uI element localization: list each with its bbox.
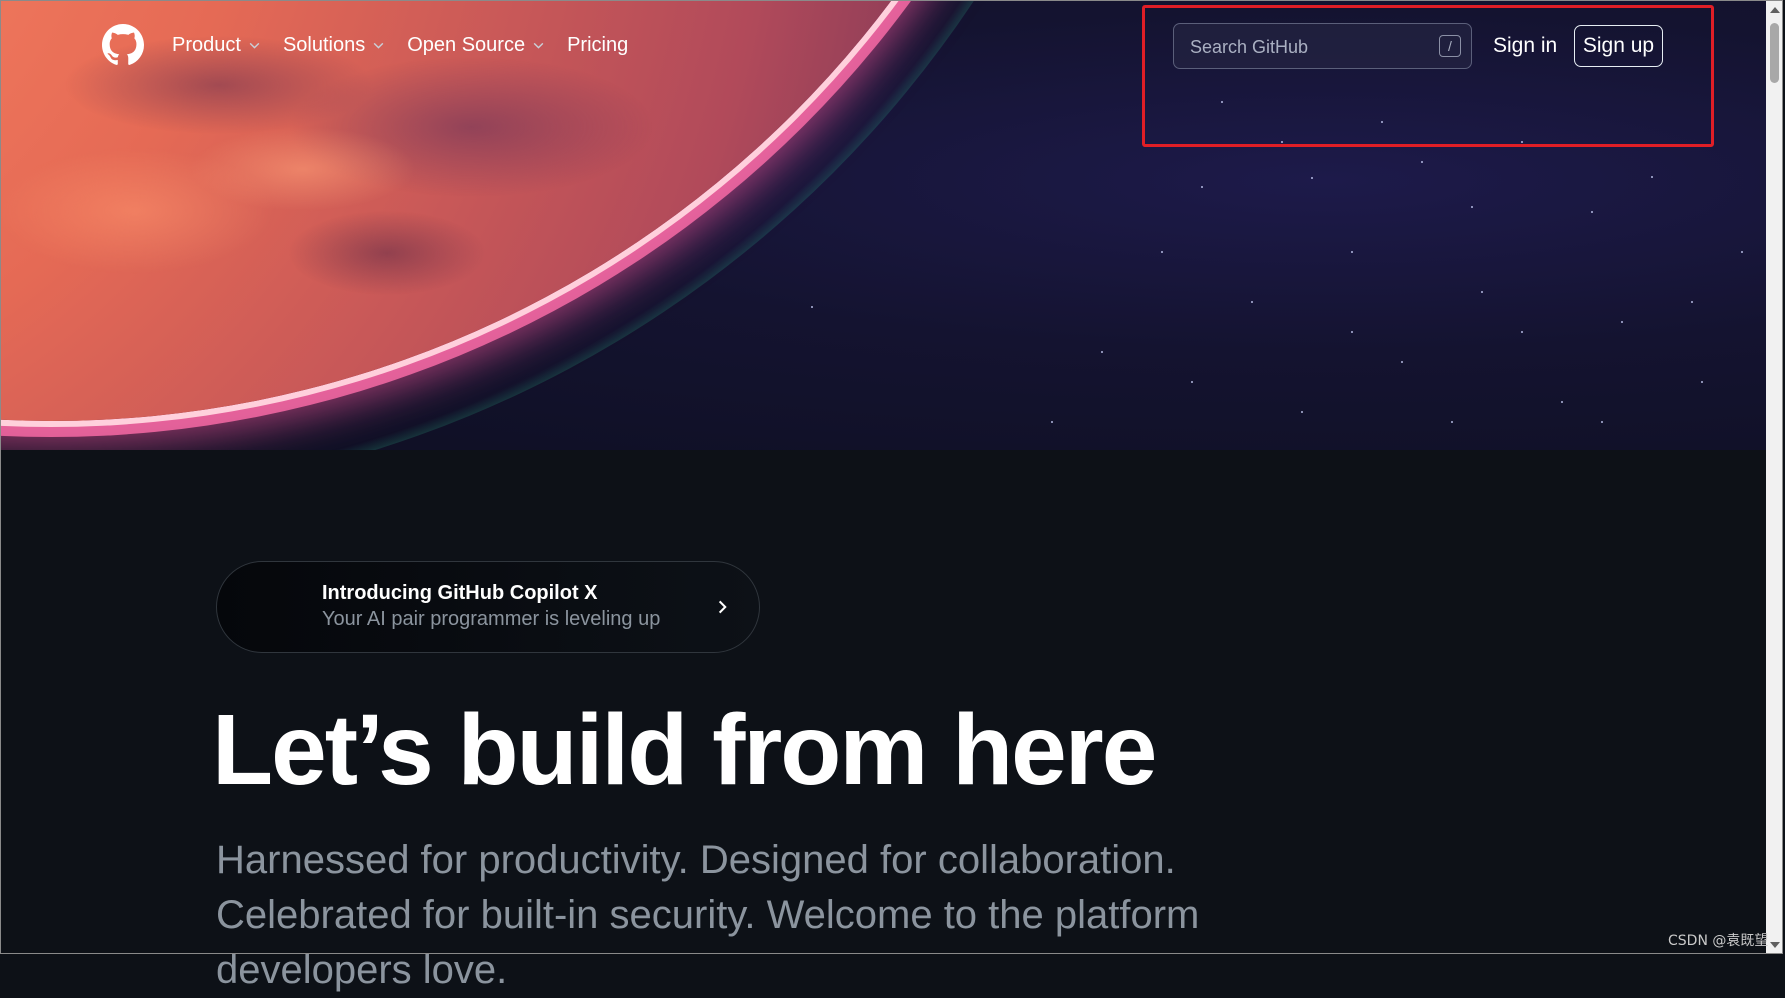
star-dot [1651,176,1653,178]
star-dot [1351,331,1353,333]
hero-headline: Let’s build from here [212,694,1157,806]
primary-nav: Product Solutions Open Source Pricing [172,34,650,57]
nav-product-label: Product [172,34,241,56]
star-dot [1351,251,1353,253]
scroll-up-arrow-icon[interactable] [1770,7,1780,13]
scroll-down-arrow-icon[interactable] [1770,942,1780,948]
star-dot [1251,301,1253,303]
star-dot [1741,251,1743,253]
copilot-announcement-banner[interactable]: Introducing GitHub Copilot X Your AI pai… [216,561,760,653]
star-dot [1311,177,1313,179]
annotation-highlight-box [1142,5,1714,147]
star-dot [1621,321,1623,323]
star-dot [1701,381,1703,383]
star-dot [1301,411,1303,413]
nav-pricing-label: Pricing [567,34,629,56]
star-dot [1101,351,1103,353]
star-dot [1521,331,1523,333]
chevron-right-icon [718,600,727,614]
star-dot [1601,421,1603,423]
star-dot [1561,401,1563,403]
chevron-down-icon [249,42,260,49]
star-dot [1691,301,1693,303]
star-dot [1161,251,1163,253]
star-dot [1201,186,1203,188]
star-dot [1421,161,1423,163]
nav-pricing[interactable]: Pricing [567,34,628,57]
star-dot [1191,381,1193,383]
star-dot [1401,361,1403,363]
vertical-scrollbar[interactable] [1766,1,1783,954]
star-dot [811,306,813,308]
nav-product[interactable]: Product [172,34,261,57]
star-dot [1451,421,1453,423]
nav-solutions[interactable]: Solutions [283,34,385,57]
chevron-down-icon [373,42,384,49]
star-dot [1471,206,1473,208]
watermark: CSDN @袁既望 [1668,933,1769,949]
star-dot [1051,421,1053,423]
nav-open-source[interactable]: Open Source [407,34,545,57]
star-dot [1481,291,1483,293]
chevron-down-icon [533,42,544,49]
nav-solutions-label: Solutions [282,34,366,56]
scrollbar-thumb[interactable] [1770,23,1779,83]
announcement-subtitle: Your AI pair programmer is leveling up [322,608,661,630]
hero-subtext: Harnessed for productivity. Designed for… [216,838,1200,992]
nav-open-source-label: Open Source [407,34,526,56]
star-dot [1591,211,1593,213]
announcement-title: Introducing GitHub Copilot X [322,582,598,604]
github-mark-icon[interactable] [102,24,144,66]
